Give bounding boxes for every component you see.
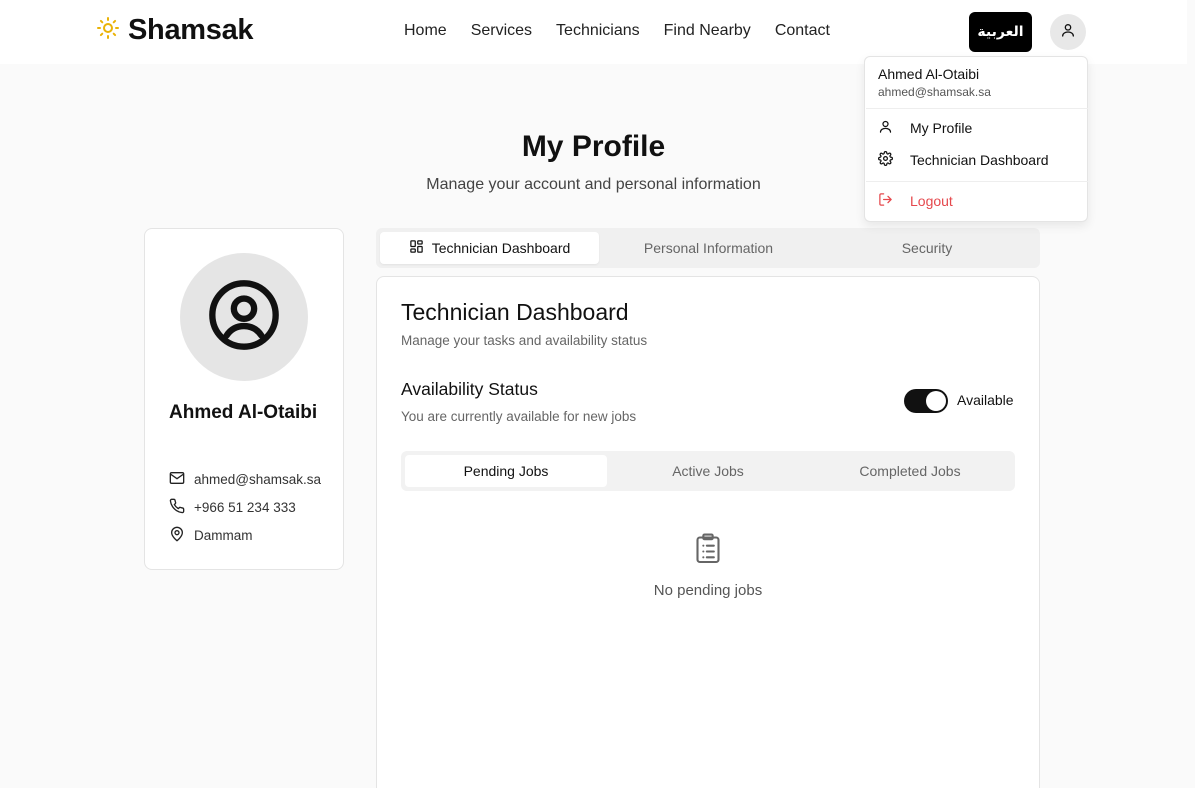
- profile-location-row: Dammam: [169, 526, 253, 545]
- menu-item-label: My Profile: [910, 120, 973, 136]
- logout-icon: [878, 192, 893, 210]
- profile-email-row: ahmed@shamsak.sa: [169, 470, 321, 489]
- empty-state-text: No pending jobs: [653, 582, 763, 599]
- dashboard-title: Technician Dashboard: [401, 299, 629, 325]
- availability-subtitle: You are currently available for new jobs: [401, 409, 637, 424]
- clipboard-list-icon: [694, 532, 722, 569]
- dashboard-icon: [409, 239, 424, 257]
- top-navbar: Shamsak Home Services Technicians Find N…: [0, 0, 1187, 64]
- dashboard-subtitle: Manage your tasks and availability statu…: [401, 333, 648, 348]
- user-menu-button[interactable]: [1050, 14, 1086, 50]
- tab-technician-dashboard[interactable]: Technician Dashboard: [380, 232, 599, 264]
- tab-pending-jobs[interactable]: Pending Jobs: [405, 455, 607, 487]
- profile-email: ahmed@shamsak.sa: [194, 472, 322, 487]
- map-pin-icon: [169, 526, 185, 545]
- brand-logo[interactable]: Shamsak: [96, 14, 254, 47]
- menu-item-technician-dashboard[interactable]: Technician Dashboard: [878, 151, 1049, 169]
- gear-icon: [878, 151, 893, 169]
- nav-links: Home Services Technicians Find Nearby Co…: [404, 22, 854, 40]
- brand-name: Shamsak: [128, 14, 254, 46]
- tab-security[interactable]: Security: [818, 232, 1036, 264]
- scrollbar-track[interactable]: [1187, 0, 1195, 788]
- toggle-knob: [926, 391, 946, 411]
- tab-completed-jobs[interactable]: Completed Jobs: [809, 455, 1011, 487]
- user-icon: [878, 119, 893, 137]
- user-icon: [1060, 22, 1076, 43]
- divider: [866, 108, 1088, 109]
- profile-card: Ahmed Al-Otaibi ahmed@shamsak.sa +966 51…: [144, 228, 344, 570]
- menu-item-logout[interactable]: Logout: [878, 192, 953, 210]
- tab-active-jobs[interactable]: Active Jobs: [607, 455, 809, 487]
- profile-name: Ahmed Al-Otaibi: [169, 402, 318, 423]
- user-circle-icon: [206, 277, 282, 358]
- language-toggle-button[interactable]: العربية: [969, 12, 1032, 52]
- nav-link-services[interactable]: Services: [471, 22, 532, 40]
- profile-phone: +966 51 234 333: [194, 500, 296, 515]
- profile-phone-row: +966 51 234 333: [169, 498, 296, 517]
- tab-label: Technician Dashboard: [431, 240, 571, 256]
- divider: [866, 181, 1088, 182]
- dropdown-user-name: Ahmed Al-Otaibi: [878, 66, 980, 82]
- profile-tabs: Technician Dashboard Personal Informatio…: [376, 228, 1040, 268]
- user-dropdown-menu: Ahmed Al-Otaibi ahmed@shamsak.sa My Prof…: [864, 56, 1088, 222]
- logout-label: Logout: [910, 193, 953, 209]
- availability-toggle[interactable]: [904, 389, 948, 413]
- menu-item-label: Technician Dashboard: [910, 152, 1049, 168]
- avatar: [180, 253, 308, 381]
- nav-link-contact[interactable]: Contact: [775, 22, 830, 40]
- availability-label: Available: [957, 392, 1014, 408]
- nav-link-find-nearby[interactable]: Find Nearby: [664, 22, 751, 40]
- tab-personal-information[interactable]: Personal Information: [599, 232, 818, 264]
- dropdown-user-email: ahmed@shamsak.sa: [878, 85, 991, 99]
- phone-icon: [169, 498, 185, 517]
- profile-city: Dammam: [194, 528, 253, 543]
- jobs-tabs: Pending Jobs Active Jobs Completed Jobs: [401, 451, 1015, 491]
- technician-dashboard-card: Technician Dashboard Manage your tasks a…: [376, 276, 1040, 788]
- availability-title: Availability Status: [401, 379, 538, 399]
- sun-icon: [96, 16, 120, 45]
- nav-link-home[interactable]: Home: [404, 22, 447, 40]
- mail-icon: [169, 470, 185, 489]
- menu-item-my-profile[interactable]: My Profile: [878, 119, 972, 137]
- nav-link-technicians[interactable]: Technicians: [556, 22, 640, 40]
